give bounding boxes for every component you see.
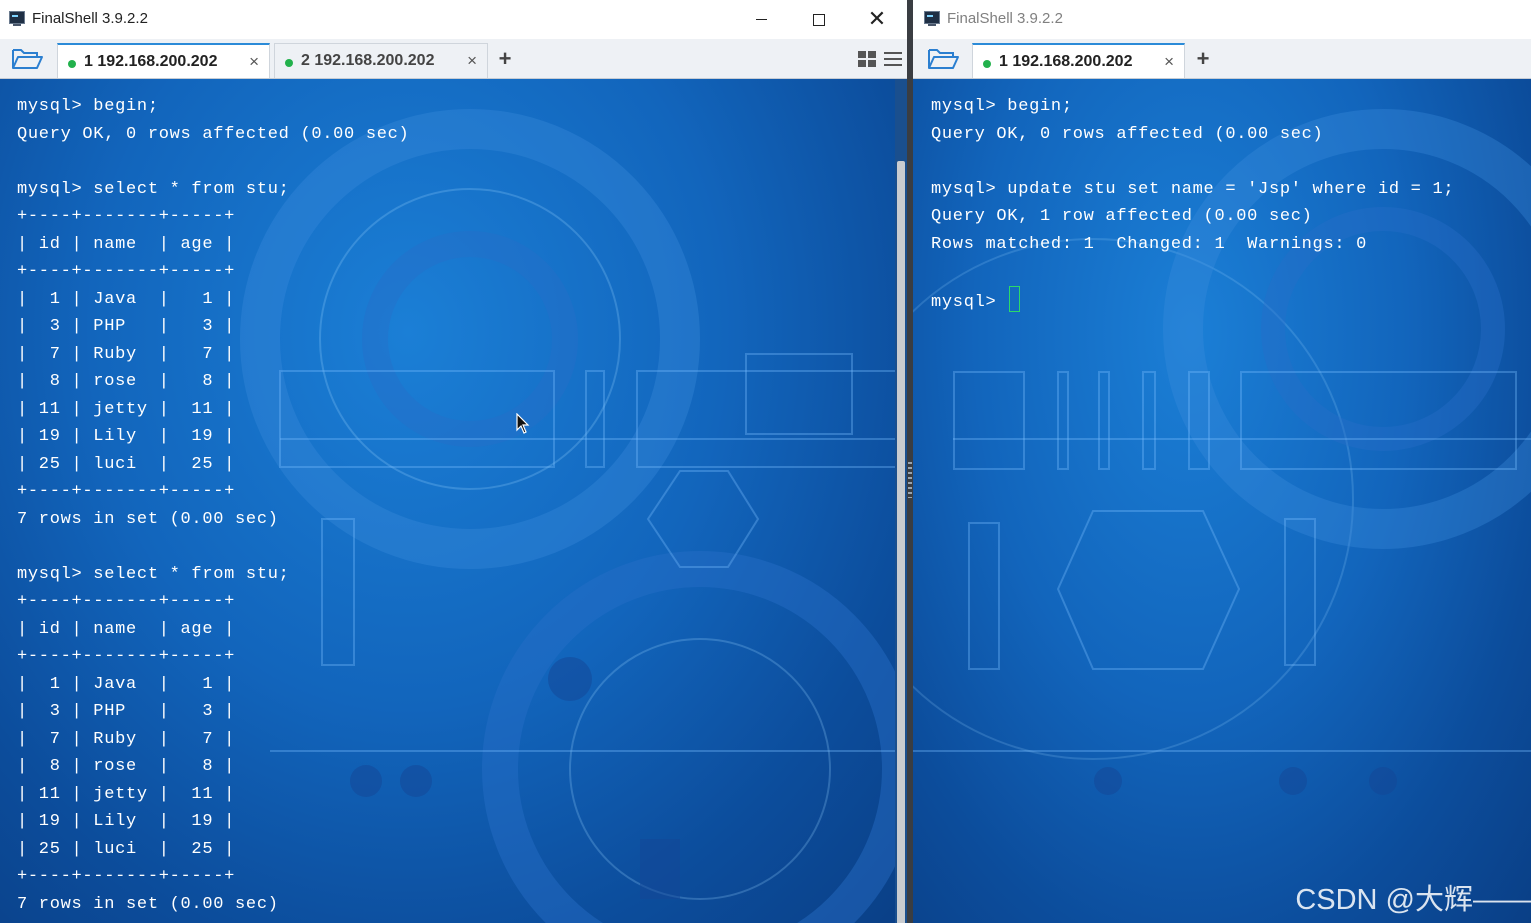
terminal-line: | 25 | luci | 25 | [17, 454, 236, 474]
terminal-output[interactable]: mysql> begin; Query OK, 0 rows affected … [913, 79, 1531, 923]
window-title: FinalShell 3.9.2.2 [32, 10, 148, 27]
session-tab-bar: 1 192.168.200.202 × 2 192.168.200.202 × … [0, 39, 907, 79]
terminal-scrollbar[interactable] [895, 79, 907, 923]
grid-layout-icon[interactable] [858, 51, 876, 67]
drag-handle-icon[interactable] [908, 462, 912, 498]
terminal-line: 7 rows in set (0.00 sec) [17, 509, 279, 529]
terminal-line: | 19 | Lily | 19 | [17, 812, 236, 831]
terminal-line: | 1 | Java | 1 | [17, 674, 236, 694]
terminal-line: | 11 | jetty | 11 | [17, 784, 236, 804]
terminal-line: mysql> begin; [17, 97, 159, 116]
tab-label: 1 192.168.200.202 [999, 53, 1133, 70]
terminal-line: +----+-------+-----+ [17, 647, 236, 666]
terminal-line: Query OK, 0 rows affected (0.00 sec) [931, 124, 1324, 144]
tab-session-1[interactable]: 1 192.168.200.202 × [972, 43, 1185, 78]
terminal-line: +----+-------+-----+ [17, 592, 236, 611]
terminal-line: mysql> begin; [931, 97, 1073, 116]
terminal-line: | 1 | Java | 1 | [17, 289, 236, 309]
terminal-line: | 8 | rose | 8 | [17, 757, 236, 776]
terminal-line: mysql> update stu set name = 'Jsp' where… [931, 179, 1455, 199]
tab-session-2[interactable]: 2 192.168.200.202 × [274, 43, 488, 78]
terminal-prompt: mysql> [931, 292, 1008, 312]
terminal-line: | 3 | PHP | 3 | [17, 702, 236, 721]
folder-open-icon [12, 49, 43, 69]
mouse-pointer-icon [516, 413, 530, 434]
close-icon[interactable]: × [1164, 52, 1174, 72]
folder-open-icon [928, 49, 959, 69]
terminal-line: Query OK, 0 rows affected (0.00 sec) [17, 124, 410, 144]
close-icon[interactable]: × [467, 51, 477, 71]
tab-session-1[interactable]: 1 192.168.200.202 × [57, 43, 270, 78]
finalshell-app-icon [9, 11, 26, 26]
connected-status-icon [285, 59, 293, 67]
terminal-line: | 19 | Lily | 19 | [17, 427, 236, 446]
tab-label: 1 192.168.200.202 [84, 53, 218, 70]
finalshell-window-right: FinalShell 3.9.2.2 1 192.168.200.202 × + [913, 0, 1531, 923]
terminal-line: | id | name | age | [17, 619, 236, 639]
terminal-line: | 25 | luci | 25 | [17, 839, 236, 859]
terminal-line: 7 rows in set (0.00 sec) [17, 894, 279, 914]
terminal-output[interactable]: mysql> begin; Query OK, 0 rows affected … [0, 79, 907, 923]
session-tab-bar: 1 192.168.200.202 × + [913, 39, 1531, 79]
terminal-line: | 8 | rose | 8 | [17, 372, 236, 391]
close-icon: ✕ [867, 6, 887, 31]
scrollbar-thumb[interactable] [897, 161, 905, 923]
terminal-line: +----+-------+-----+ [17, 262, 236, 281]
hamburger-menu-icon[interactable] [884, 52, 902, 67]
connected-status-icon [68, 60, 76, 68]
finalshell-app-icon [924, 11, 941, 26]
terminal-line: | 3 | PHP | 3 | [17, 317, 236, 336]
terminal-line: Rows matched: 1 Changed: 1 Warnings: 0 [931, 234, 1368, 254]
minimize-button[interactable] [732, 0, 790, 39]
terminal-line: mysql> select * from stu; [17, 179, 290, 199]
maximize-button[interactable] [790, 0, 848, 39]
terminal-line: +----+-------+-----+ [17, 207, 236, 226]
terminal-line: | 7 | Ruby | 7 | [17, 344, 236, 364]
minimize-icon [755, 19, 767, 21]
open-folder-button[interactable] [7, 47, 45, 71]
close-window-button[interactable]: ✕ [848, 0, 906, 39]
terminal-line: mysql> select * from stu; [17, 564, 290, 584]
terminal-cursor[interactable] [1009, 285, 1021, 312]
plus-icon[interactable]: + [493, 48, 517, 70]
tab-label: 2 192.168.200.202 [301, 52, 435, 69]
csdn-watermark: CSDN @大辉—— [1295, 884, 1531, 916]
title-bar: FinalShell 3.9.2.2 ✕ [0, 0, 907, 39]
window-title: FinalShell 3.9.2.2 [947, 10, 1063, 27]
title-bar: FinalShell 3.9.2.2 [913, 0, 1531, 39]
finalshell-window-left: FinalShell 3.9.2.2 ✕ 1 192.168.200.202 ×… [0, 0, 907, 923]
maximize-icon [813, 13, 825, 26]
terminal-text: mysql> begin; Query OK, 0 rows affected … [931, 93, 1454, 316]
terminal-line: Query OK, 1 row affected (0.00 sec) [931, 207, 1313, 226]
plus-icon[interactable]: + [1191, 48, 1215, 70]
open-folder-button[interactable] [923, 47, 961, 71]
close-icon[interactable]: × [249, 52, 259, 72]
connected-status-icon [983, 60, 991, 68]
terminal-line: | 7 | Ruby | 7 | [17, 729, 236, 749]
terminal-line: | 11 | jetty | 11 | [17, 399, 236, 419]
terminal-text: mysql> begin; Query OK, 0 rows affected … [17, 93, 409, 918]
terminal-line: | id | name | age | [17, 234, 236, 254]
terminal-line: +----+-------+-----+ [17, 867, 236, 886]
terminal-line: +----+-------+-----+ [17, 482, 236, 501]
